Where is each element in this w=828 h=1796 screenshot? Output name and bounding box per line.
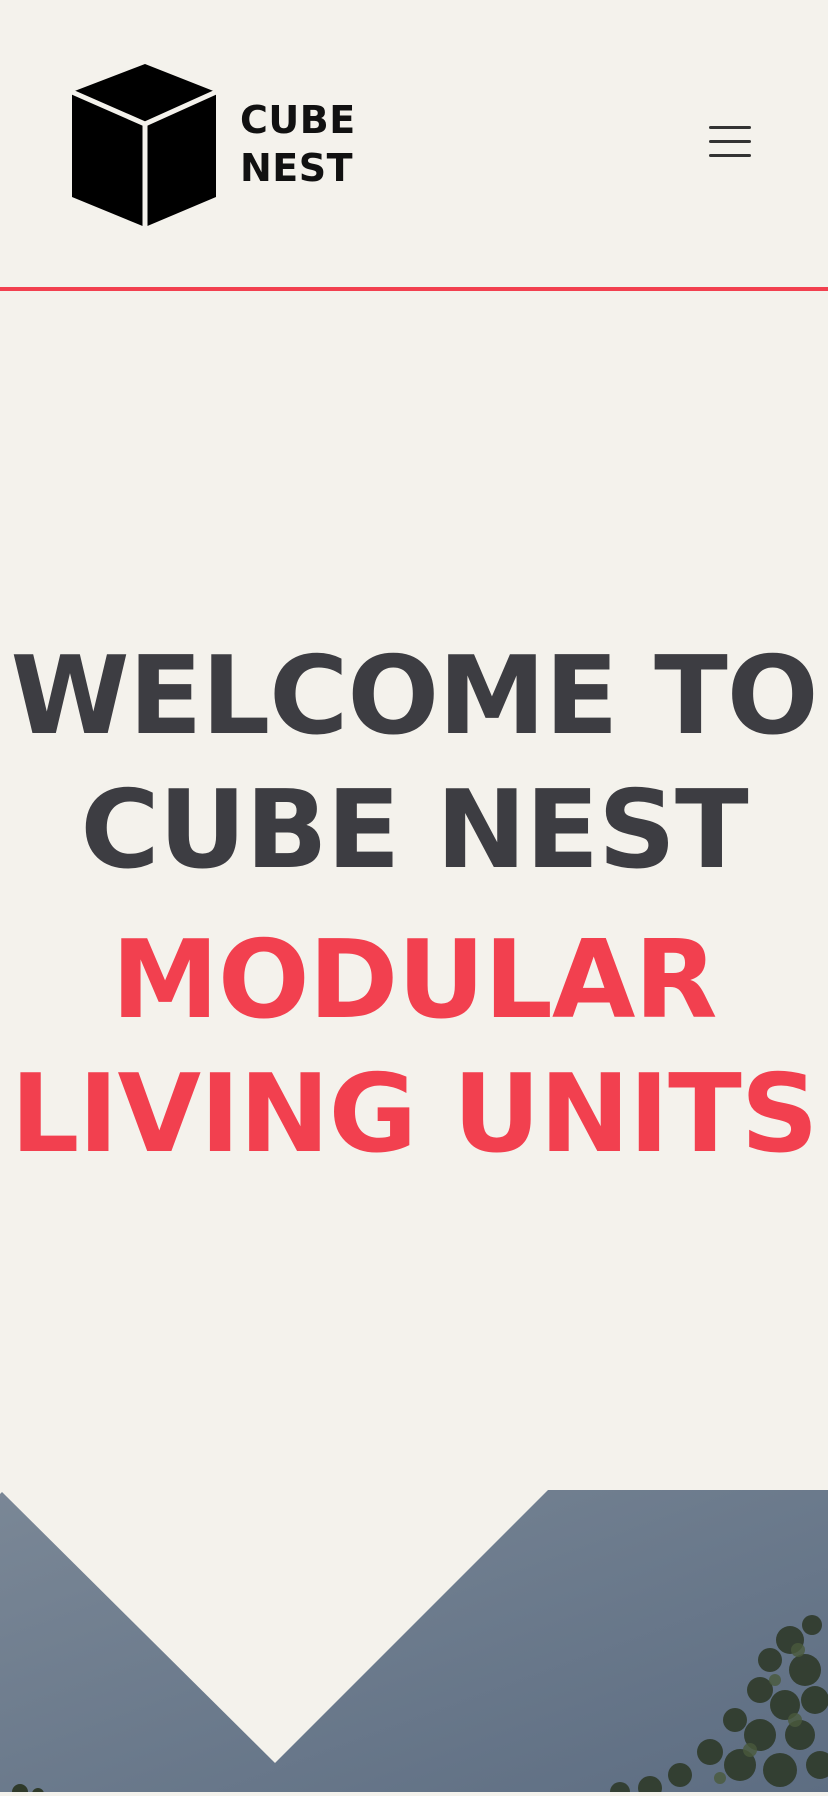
brand-line-2: NEST <box>240 146 354 190</box>
hero-line-living-units: LIVING UNITS <box>10 1052 818 1177</box>
brand-name[interactable]: CUBE NEST <box>240 96 356 192</box>
brand-line-1: CUBE <box>240 98 356 142</box>
landscape-photo <box>0 1490 828 1796</box>
cube-icon <box>70 64 218 227</box>
hero-line-modular: MODULAR <box>111 918 717 1043</box>
hero-line-brand: CUBE NEST <box>80 768 748 893</box>
menu-button[interactable] <box>706 122 754 162</box>
cube-nest-logo[interactable] <box>70 62 220 227</box>
hero-heading: WELCOME TO CUBE NEST MODULAR LIVING UNIT… <box>0 630 828 1182</box>
site-header: CUBE NEST <box>0 0 828 291</box>
hero-photo <box>0 1490 828 1796</box>
hero-line-welcome: WELCOME TO <box>10 634 818 759</box>
